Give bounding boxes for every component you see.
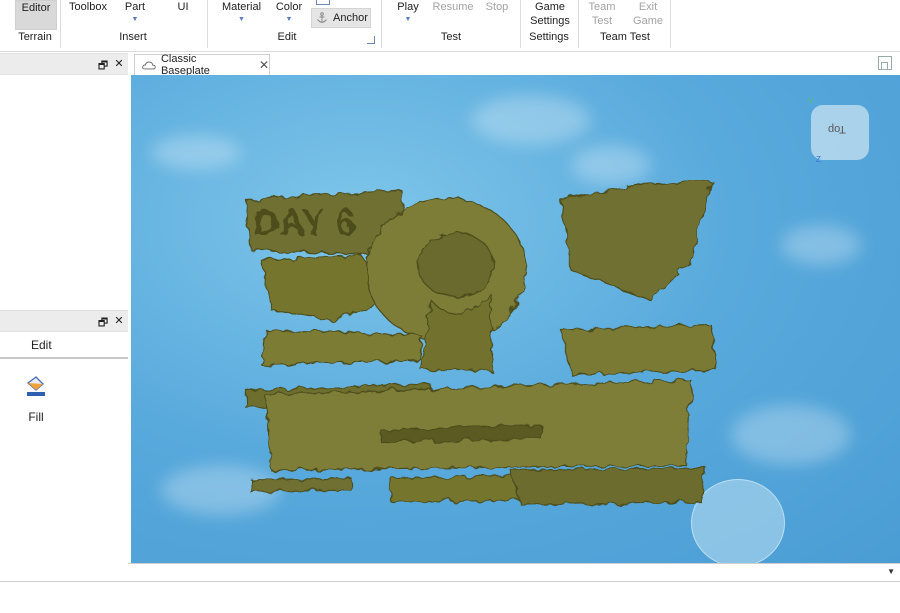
- view-cube-face-label: Top: [828, 123, 846, 135]
- close-icon[interactable]: ✕: [113, 57, 125, 70]
- terrain-sculpture: DAY 6: [245, 180, 717, 506]
- edit-group-label: Edit: [277, 31, 297, 43]
- exit-game-button[interactable]: Exit Game: [631, 0, 665, 28]
- team-test-line1: Team: [588, 1, 616, 13]
- stop-button[interactable]: Stop: [483, 0, 511, 14]
- ribbon-separator: [207, 0, 208, 48]
- document-tab[interactable]: Classic Baseplate ✕: [134, 53, 270, 77]
- terrain-editor-button[interactable]: Editor: [15, 0, 57, 30]
- viewport-bottom-border: [128, 563, 900, 564]
- window-layout-icon[interactable]: [878, 56, 892, 70]
- play-label: Play: [397, 1, 419, 13]
- ui-label: UI: [177, 1, 189, 13]
- terrain-edit-tab[interactable]: Edit: [0, 334, 128, 359]
- material-button[interactable]: Material ▼: [219, 0, 264, 24]
- anchor-label: Anchor: [333, 12, 368, 24]
- sky-cloud: [781, 225, 861, 265]
- team-test-group-label: Team Test: [600, 31, 650, 43]
- command-bar[interactable]: ▼: [0, 565, 900, 582]
- game-settings-line2: Settings: [530, 15, 570, 27]
- resume-button[interactable]: Resume: [431, 0, 475, 14]
- group-icon[interactable]: [316, 0, 330, 5]
- part-button[interactable]: Part ▼: [119, 0, 151, 24]
- terrain-editor-label: Editor: [21, 2, 51, 14]
- color-button[interactable]: Color ▼: [273, 0, 305, 24]
- toolbox-button[interactable]: Toolbox: [66, 0, 110, 14]
- sky-cloud: [571, 145, 651, 185]
- stop-label: Stop: [485, 1, 509, 13]
- chevron-down-icon: ▼: [238, 16, 245, 23]
- cloud-icon: [142, 61, 156, 69]
- chevron-down-icon[interactable]: ▼: [887, 567, 895, 576]
- axis-y-label: Y: [808, 97, 814, 106]
- tab-underline: [0, 357, 128, 359]
- sky-cloud: [731, 405, 851, 465]
- part-label: Part: [124, 1, 146, 13]
- fill-tool-label: Fill: [28, 410, 44, 424]
- paint-bucket-icon: [26, 376, 45, 396]
- chevron-down-icon: ▼: [131, 16, 139, 23]
- ribbon-separator: [578, 0, 579, 48]
- exit-game-line2: Game: [633, 15, 663, 27]
- anchor-button[interactable]: Anchor: [311, 8, 371, 28]
- game-settings-line1: Game: [535, 1, 565, 13]
- play-button[interactable]: Play ▼: [394, 0, 422, 24]
- dock-panel-header: 🗗 ✕: [0, 53, 128, 75]
- terrain-group-label: Terrain: [18, 31, 52, 43]
- settings-group-label: Settings: [529, 31, 569, 43]
- chevron-down-icon: ▼: [404, 16, 412, 23]
- dock-panel-body: [0, 75, 128, 310]
- resume-label: Resume: [432, 1, 474, 13]
- material-label: Material: [221, 1, 262, 13]
- exit-game-line1: Exit: [638, 1, 658, 13]
- document-tab-title: Classic Baseplate: [160, 53, 210, 77]
- close-icon[interactable]: ✕: [113, 314, 125, 327]
- sky-cloud: [151, 135, 241, 170]
- ribbon-separator: [60, 0, 61, 48]
- ui-button[interactable]: UI: [172, 0, 194, 14]
- terrain-editor-header: 🗗 ✕: [0, 310, 128, 332]
- ribbon-separator: [520, 0, 521, 48]
- terrain-edit-tab-label: Edit: [31, 338, 52, 352]
- view-cube[interactable]: Top: [811, 105, 869, 160]
- color-label: Color: [275, 1, 303, 13]
- fill-tool-button[interactable]: Fill: [20, 372, 52, 426]
- float-window-icon[interactable]: 🗗: [97, 57, 109, 76]
- sky-cloud: [471, 95, 591, 145]
- float-window-icon[interactable]: 🗗: [97, 314, 109, 333]
- axis-z-label: Z: [816, 155, 821, 164]
- document-tabbar: Classic Baseplate ✕: [131, 53, 900, 77]
- toolbox-label: Toolbox: [69, 1, 107, 13]
- test-group-label: Test: [440, 31, 462, 43]
- chevron-down-icon: ▼: [285, 16, 293, 23]
- insert-group-label: Insert: [119, 31, 147, 43]
- anchor-icon: [317, 12, 327, 23]
- ribbon-separator: [381, 0, 382, 48]
- ribbon-toolbar: Editor Terrain Toolbox Part ▼ UI Insert …: [0, 0, 900, 52]
- game-settings-button[interactable]: Game Settings: [526, 0, 574, 28]
- 3d-viewport[interactable]: DAY 6 Y Top Z: [131, 75, 900, 563]
- svg-text:DAY 6: DAY 6: [253, 202, 355, 243]
- ribbon-separator: [670, 0, 671, 48]
- team-test-line2: Test: [591, 15, 613, 27]
- team-test-button[interactable]: Team Test: [586, 0, 618, 28]
- close-icon[interactable]: ✕: [259, 58, 269, 72]
- edit-dialog-launcher-icon[interactable]: [367, 36, 375, 44]
